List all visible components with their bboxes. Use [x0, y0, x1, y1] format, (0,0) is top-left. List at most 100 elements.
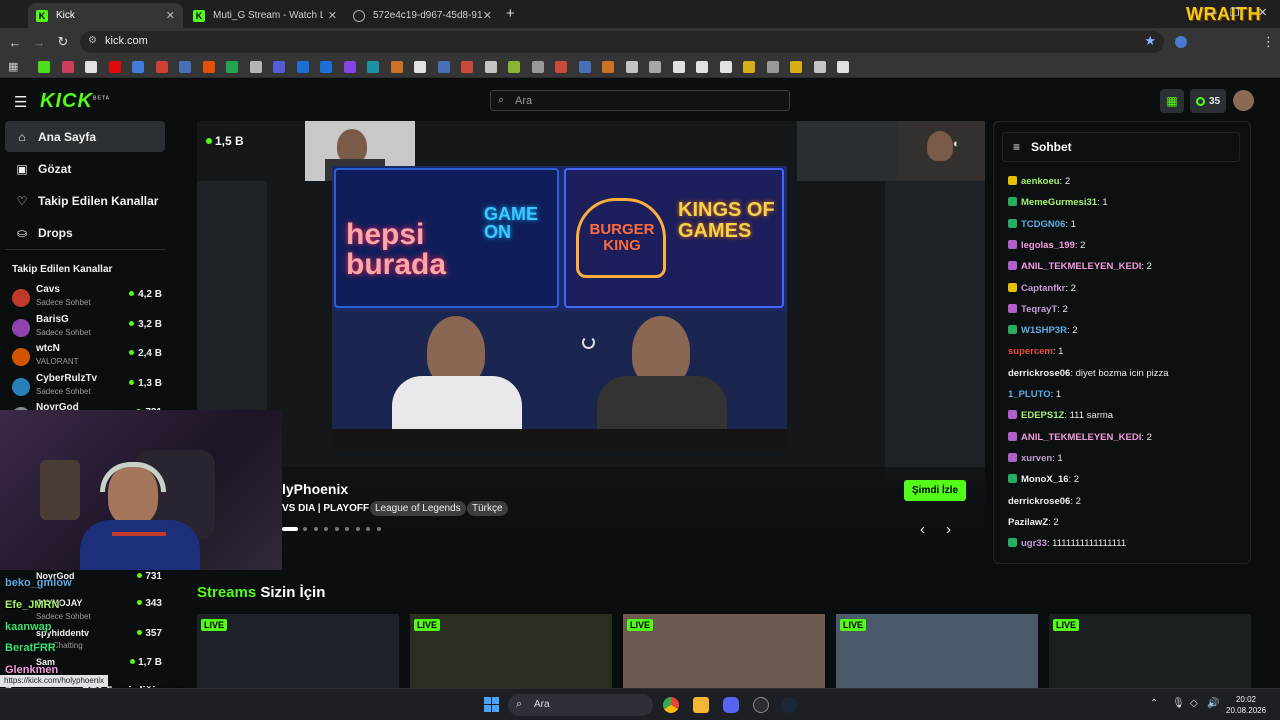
- bookmark-icon[interactable]: [108, 61, 121, 73]
- points-button[interactable]: 35: [1190, 89, 1226, 113]
- carousel-dot-active[interactable]: [282, 527, 298, 531]
- close-window-icon[interactable]: ✕: [1258, 6, 1267, 19]
- dashboard-icon[interactable]: ▦: [1160, 89, 1184, 113]
- bookmark-icon[interactable]: [602, 61, 614, 73]
- maximize-icon[interactable]: ❐: [1230, 6, 1240, 19]
- bookmark-icon[interactable]: [719, 61, 732, 73]
- steam-icon[interactable]: [781, 697, 797, 713]
- bookmark-icon[interactable]: [555, 61, 567, 73]
- reload-icon[interactable]: ↻: [54, 33, 72, 51]
- followed-channel[interactable]: wtcN VALORANT 2,4 B: [12, 343, 162, 371]
- new-tab-icon[interactable]: +: [506, 5, 515, 22]
- bookmark-icon[interactable]: [132, 61, 144, 73]
- back-icon[interactable]: ←: [6, 33, 24, 51]
- chat-username[interactable]: EDEPS1Z: [1021, 410, 1064, 421]
- stream-thumbnail[interactable]: LIVE: [836, 614, 1038, 690]
- app-icon[interactable]: [753, 697, 769, 713]
- bookmark-icon[interactable]: [296, 61, 309, 73]
- close-tab-icon[interactable]: ✕: [328, 9, 337, 22]
- chat-username[interactable]: PazilawZ: [1008, 517, 1048, 528]
- site-info-icon[interactable]: ⚙: [88, 35, 97, 46]
- bookmark-icon[interactable]: [202, 61, 215, 73]
- chat-username[interactable]: MemeGurmesi31: [1021, 197, 1097, 208]
- bookmark-icon[interactable]: [531, 61, 544, 73]
- bookmark-icon[interactable]: [343, 61, 356, 73]
- chat-collapse-icon[interactable]: ≡: [1013, 140, 1020, 154]
- forward-icon[interactable]: →: [30, 33, 48, 51]
- carousel-dot[interactable]: [334, 527, 339, 531]
- volume-icon[interactable]: ◐: [953, 138, 960, 150]
- chat-username[interactable]: TeqrayT: [1021, 304, 1057, 315]
- bookmark-icon[interactable]: [320, 61, 332, 73]
- chat-username[interactable]: legolas_199: [1021, 240, 1075, 251]
- bookmark-icon[interactable]: [696, 61, 708, 73]
- bookmark-icon[interactable]: [625, 61, 638, 73]
- discord-icon[interactable]: [723, 697, 739, 713]
- carousel-dot[interactable]: [324, 527, 328, 531]
- followed-channel[interactable]: Cavs Sadece Sohbet 4,2 B: [12, 284, 162, 312]
- chat-username[interactable]: ANIL_TEKMELEYEN_KEDI: [1021, 432, 1141, 443]
- watch-now-button[interactable]: Şimdi İzle: [904, 480, 967, 501]
- nav-home[interactable]: ⌂ Ana Sayfa: [5, 121, 165, 152]
- carousel-next-icon[interactable]: ›: [946, 521, 951, 538]
- nav-drops[interactable]: ⛀ Drops: [5, 217, 165, 248]
- carousel-dot[interactable]: [376, 527, 381, 531]
- tab-muti-g[interactable]: K Muti_G Stream - Watch Live on ✕: [185, 3, 345, 28]
- chat-username[interactable]: W1SHP3R: [1021, 325, 1067, 336]
- bookmark-icon[interactable]: [390, 61, 403, 73]
- taskbar-search[interactable]: ⌕ Ara: [508, 694, 653, 716]
- stream-thumbnail[interactable]: LIVE: [1049, 614, 1251, 690]
- chat-username[interactable]: TCDGN06: [1021, 219, 1065, 230]
- chat-username[interactable]: 1_PLUTO: [1008, 389, 1051, 400]
- apps-grid-icon[interactable]: ▦: [8, 60, 18, 73]
- bookmark-icon[interactable]: [508, 61, 520, 73]
- carousel-dot[interactable]: [366, 527, 370, 531]
- extension-icon[interactable]: [1175, 36, 1187, 48]
- chat-username[interactable]: ugr33: [1021, 538, 1047, 549]
- kick-logo[interactable]: KICKBETA: [40, 90, 110, 113]
- carousel-dot[interactable]: [303, 527, 307, 531]
- bookmark-icon[interactable]: [155, 61, 168, 73]
- stream-thumbnail[interactable]: LIVE: [197, 614, 399, 690]
- bookmark-icon[interactable]: [179, 61, 191, 73]
- bookmark-icon[interactable]: [367, 61, 379, 73]
- bookmark-icon[interactable]: [85, 61, 97, 73]
- bookmark-icon[interactable]: [414, 61, 426, 73]
- user-avatar[interactable]: [1233, 90, 1254, 111]
- hamburger-menu-icon[interactable]: ☰: [14, 93, 27, 111]
- stream-video[interactable]: hepsi burada GAME ON BURGER KING KINGS O…: [332, 166, 787, 451]
- windows-start-icon[interactable]: [484, 697, 499, 712]
- chat-username[interactable]: derrickrose06: [1008, 496, 1070, 507]
- featured-stream[interactable]: hepsi burada GAME ON BURGER KING KINGS O…: [197, 121, 985, 558]
- mic-icon[interactable]: 🎙: [1172, 698, 1185, 709]
- bookmark-icon[interactable]: [61, 61, 74, 73]
- bookmark-icon[interactable]: [813, 61, 826, 73]
- minimize-icon[interactable]: —: [1206, 7, 1217, 19]
- chat-username[interactable]: supercem: [1008, 346, 1053, 357]
- bookmark-icon[interactable]: [38, 61, 50, 73]
- carousel-dot[interactable]: [345, 527, 349, 531]
- tray-chevron-icon[interactable]: ⌃: [1150, 698, 1158, 709]
- bookmark-icon[interactable]: [461, 61, 473, 73]
- search-input[interactable]: ⌕ Ara: [490, 90, 790, 111]
- bookmark-icon[interactable]: [437, 61, 450, 73]
- chat-username[interactable]: ANIL_TEKMELEYEN_KEDI: [1021, 261, 1141, 272]
- tab-uuid[interactable]: 572e4c19-d967-45d8-917c-5e4 ✕: [345, 3, 500, 28]
- carousel-dot[interactable]: [313, 527, 318, 531]
- bookmark-icon[interactable]: [249, 61, 262, 73]
- close-tab-icon[interactable]: ✕: [166, 9, 175, 22]
- bookmark-icon[interactable]: [766, 61, 779, 73]
- url-input[interactable]: ⚙ kick.com ★: [80, 31, 1164, 53]
- bookmark-icon[interactable]: [743, 61, 755, 73]
- stream-thumbnail[interactable]: LIVE: [410, 614, 612, 690]
- chat-username[interactable]: xurven: [1021, 453, 1052, 464]
- chat-username[interactable]: MonoX_16: [1021, 474, 1069, 485]
- nav-following[interactable]: ♡ Takip Edilen Kanallar: [5, 185, 165, 216]
- carousel-dot[interactable]: [355, 527, 360, 531]
- bookmark-icon[interactable]: [790, 61, 802, 73]
- clock[interactable]: 20:02 20.08.2026: [1226, 694, 1266, 716]
- bookmark-icon[interactable]: [273, 61, 285, 73]
- featured-streamer-name[interactable]: lyPhoenix: [282, 481, 348, 497]
- chat-username[interactable]: Captanfkr: [1021, 283, 1065, 294]
- nav-browse[interactable]: ▣ Gözat: [5, 153, 165, 184]
